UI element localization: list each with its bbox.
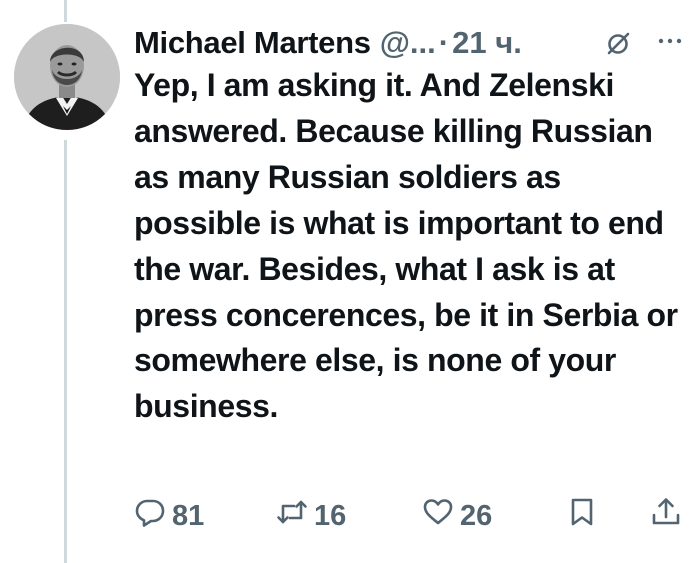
bookmark-button[interactable] [566,494,598,538]
heart-icon [422,496,454,536]
share-button[interactable] [650,494,682,538]
reply-button[interactable]: 81 [134,494,204,538]
repost-count: 16 [314,499,347,532]
thread-line-bottom [64,140,67,563]
tweet-header: Michael Martens @... · 21 ч. [134,22,690,64]
like-button[interactable]: 26 [422,494,492,538]
more-dots-icon[interactable] [656,27,684,55]
tweet-actions: 81 16 26 [134,494,690,538]
reply-count: 81 [172,499,205,532]
speech-bubble-icon [134,496,166,536]
tweet-card[interactable]: Michael Martens @... · 21 ч. Yep, I am a… [0,0,700,563]
repost-arrows-icon [276,496,308,536]
thread-line-top [64,0,67,22]
share-upload-icon [650,496,682,536]
repost-button[interactable]: 16 [276,494,346,538]
author-name[interactable]: Michael Martens [134,25,371,61]
grok-slash-circle-icon[interactable] [604,30,632,58]
avatar[interactable] [14,24,120,130]
avatar-portrait-image [14,24,120,130]
like-count: 26 [460,499,493,532]
tweet-text: Yep, I am asking it. And Zelenski answer… [134,67,678,425]
timestamp[interactable]: 21 ч. [452,25,522,61]
header-separator: · [438,25,450,60]
author-handle[interactable]: @... [380,25,436,61]
bookmark-icon [566,496,598,536]
